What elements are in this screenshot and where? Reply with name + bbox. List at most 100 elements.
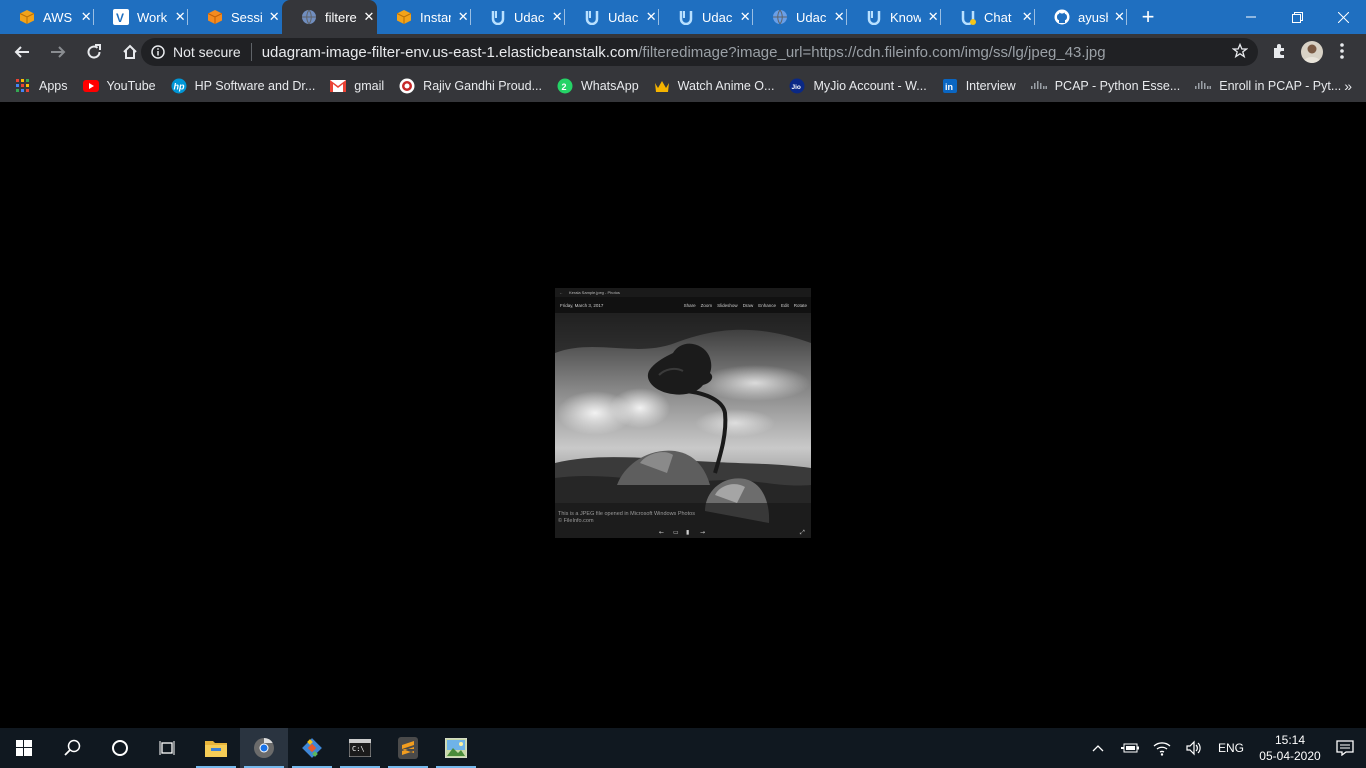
delete-icon: ▮	[686, 529, 689, 536]
filtered-image: ← Kerala Sample.jpeg - Photos Friday, Ma…	[555, 288, 811, 538]
clock-button[interactable]: 15:14 05-04-2020	[1252, 732, 1328, 764]
url-path: /filteredimage?image_url=https://cdn.fil…	[638, 43, 1106, 61]
globe-icon	[772, 9, 788, 25]
udacity-chat-icon	[960, 9, 976, 25]
new-tab-button[interactable]: +	[1133, 0, 1163, 34]
github-icon	[1054, 9, 1070, 25]
bookmark-star-button[interactable]	[1231, 42, 1249, 63]
tab-close-button[interactable]: ✕	[831, 9, 847, 25]
taskbar-terminal[interactable]: C:\	[336, 728, 384, 768]
start-button[interactable]	[0, 728, 48, 768]
cortana-button[interactable]	[96, 728, 144, 768]
input-language-button[interactable]: ENG	[1210, 728, 1252, 768]
photo-date: Friday, March 3, 2017	[560, 302, 604, 308]
tab-close-button[interactable]: ✕	[172, 9, 188, 25]
tab-close-button[interactable]: ✕	[78, 9, 94, 25]
tab-title: Chat	[984, 9, 1012, 25]
tab-7[interactable]: Udaci ✕	[565, 0, 659, 34]
tab-title: Udaci	[702, 9, 734, 25]
cortana-circle-icon	[112, 740, 128, 756]
bookmark-label: YouTube	[106, 79, 156, 93]
bookmark-11[interactable]: Enroll in PCAP - Pyt...	[1195, 78, 1341, 94]
hp-icon: hp	[171, 78, 187, 94]
tab-title: Workl	[137, 9, 169, 25]
taskbar-git[interactable]	[288, 728, 336, 768]
reload-button[interactable]	[78, 36, 110, 68]
jio-icon: Jio	[789, 78, 805, 94]
show-hidden-icons-button[interactable]	[1082, 728, 1114, 768]
taskbar-photos[interactable]	[432, 728, 480, 768]
address-bar[interactable]: Not secure udagram-image-filter-env.us-e…	[141, 38, 1258, 66]
battery-button[interactable]	[1114, 728, 1146, 768]
bookmark-label: MyJio Account - W...	[813, 79, 927, 93]
bookmark-4[interactable]: gmail	[330, 78, 384, 94]
tab-strip: AWS /✕VWorkl✕Sessic✕filtere✕Instan✕Udaci…	[0, 0, 1366, 34]
cisco-icon	[1030, 78, 1047, 94]
volume-button[interactable]	[1178, 728, 1210, 768]
task-view-button[interactable]	[144, 728, 192, 768]
browser-toolbar: Not secure udagram-image-filter-env.us-e…	[0, 34, 1366, 70]
bookmark-3[interactable]: hp HP Software and Dr...	[171, 78, 316, 94]
chrome-menu-button[interactable]	[1334, 42, 1350, 65]
more-bookmarks-button[interactable]: »	[1344, 78, 1352, 94]
terminal-icon: C:\	[349, 739, 371, 757]
site-info-button[interactable]: Not secure	[141, 44, 241, 60]
taskbar-file-explorer[interactable]	[192, 728, 240, 768]
bookmark-9[interactable]: in Interview	[942, 78, 1016, 94]
taskbar-chrome-dev[interactable]	[240, 728, 288, 768]
prev-photo-icon: ←	[659, 529, 664, 536]
action-center-button[interactable]	[1328, 728, 1362, 768]
tab-close-button[interactable]: ✕	[1019, 9, 1035, 25]
tab-6[interactable]: Udaci ✕	[471, 0, 565, 34]
tab-1[interactable]: AWS /✕	[0, 0, 94, 34]
kebab-menu-icon	[1340, 43, 1344, 59]
udacity-icon	[678, 9, 694, 25]
tab-9[interactable]: Udaci ✕	[753, 0, 847, 34]
tab-close-button[interactable]: ✕	[643, 9, 659, 25]
puzzle-icon	[1274, 44, 1284, 58]
bookmark-7[interactable]: Watch Anime O...	[654, 78, 774, 94]
tab-8[interactable]: Udaci ✕	[659, 0, 753, 34]
tab-title: AWS /	[43, 9, 74, 25]
tab-close-button[interactable]: ✕	[737, 9, 753, 25]
bookmark-5[interactable]: Rajiv Gandhi Proud...	[399, 78, 542, 94]
tab-title: filtere	[325, 9, 357, 25]
minimize-button[interactable]	[1228, 0, 1274, 34]
youtube-icon	[82, 78, 99, 94]
forward-button[interactable]	[42, 36, 74, 68]
profile-avatar[interactable]	[1301, 41, 1323, 63]
photo-caption-line1: This is a JPEG file opened in Microsoft …	[558, 511, 695, 517]
bookmark-10[interactable]: PCAP - Python Esse...	[1030, 78, 1181, 94]
tab-5[interactable]: Instan✕	[377, 0, 471, 34]
tab-11[interactable]: Chat ✕	[941, 0, 1035, 34]
tab-4[interactable]: filtere ✕	[282, 0, 377, 34]
tab-12[interactable]: ayush✕	[1035, 0, 1127, 34]
tab-close-button[interactable]: ✕	[925, 9, 941, 25]
tab-10[interactable]: Know ✕	[847, 0, 941, 34]
extensions-button[interactable]	[1271, 42, 1289, 65]
bookmark-label: WhatsApp	[580, 79, 639, 93]
bookmark-8[interactable]: Jio MyJio Account - W...	[789, 78, 927, 94]
tab-close-button[interactable]: ✕	[266, 9, 282, 25]
tab-2[interactable]: V Workl ✕	[94, 0, 188, 34]
tab-close-button[interactable]: ✕	[1112, 9, 1127, 25]
system-tray: ENG 15:14 05-04-2020	[1082, 728, 1366, 768]
taskbar-sublime[interactable]	[384, 728, 432, 768]
close-window-button[interactable]	[1320, 0, 1366, 34]
search-button[interactable]	[48, 728, 96, 768]
wifi-button[interactable]	[1146, 728, 1178, 768]
clock-date: 05-04-2020	[1259, 749, 1321, 763]
tab-close-button[interactable]: ✕	[549, 9, 565, 25]
restore-button[interactable]	[1274, 0, 1320, 34]
tab-title: Udaci	[796, 9, 828, 25]
crown-icon	[654, 78, 670, 94]
tab-close-button[interactable]: ✕	[361, 9, 377, 25]
bookmark-label: HP Software and Dr...	[194, 79, 316, 93]
bookmark-6[interactable]: 2 WhatsApp	[557, 78, 639, 94]
back-button[interactable]	[6, 36, 38, 68]
bookmark-label: PCAP - Python Esse...	[1054, 79, 1181, 93]
tab-close-button[interactable]: ✕	[455, 9, 471, 25]
tab-3[interactable]: Sessic✕	[188, 0, 282, 34]
bookmark-2[interactable]: YouTube	[82, 78, 156, 94]
bookmark-1[interactable]: Apps	[15, 78, 68, 94]
